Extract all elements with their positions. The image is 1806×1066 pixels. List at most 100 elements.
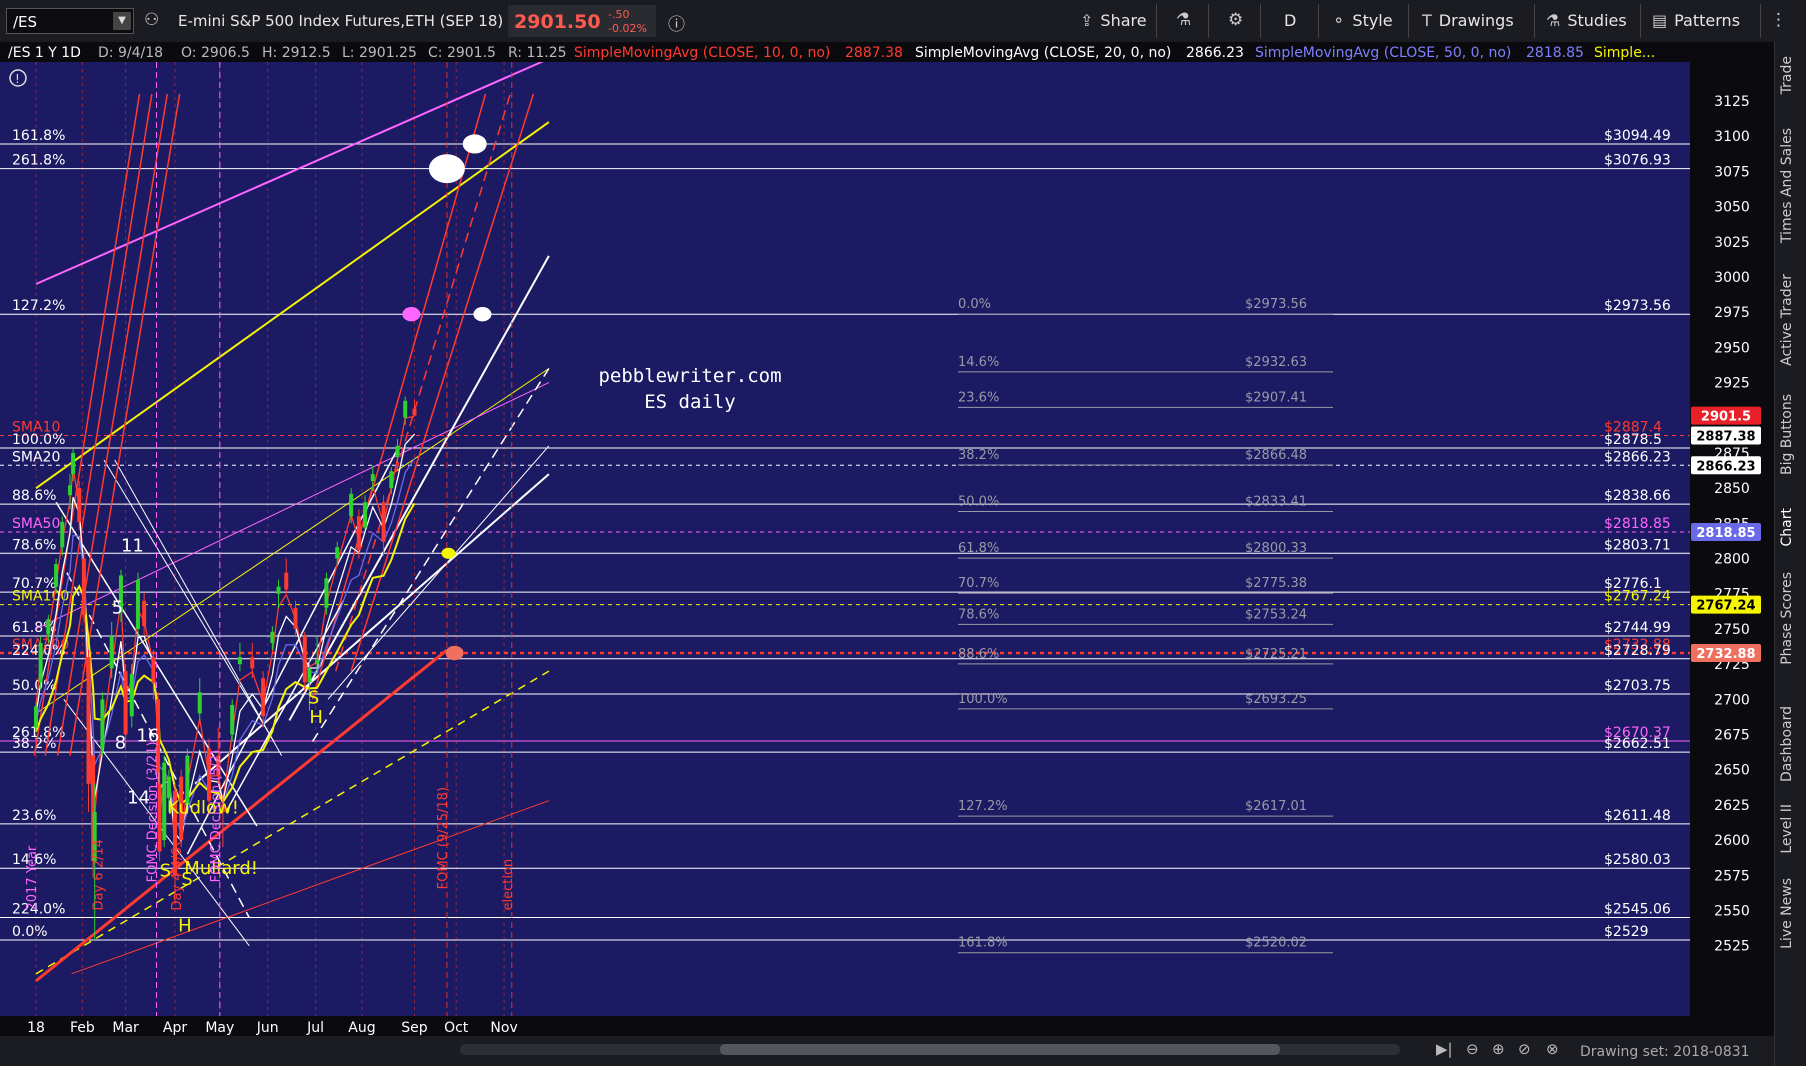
chart-annotation: FOMC Decision (5/2) [209, 750, 224, 883]
tab-big-buttons[interactable]: Big Buttons [1779, 394, 1795, 475]
inner-fib-pct: 38.2% [958, 448, 999, 463]
more-icon[interactable]: ⋮ [1770, 10, 1787, 30]
x-tick-label: Aug [348, 1020, 375, 1036]
chart-annotation: 2017 Year [25, 845, 40, 910]
symbol-dropdown-icon[interactable]: ▼ [113, 12, 131, 30]
y-tick-label: 2750 [1714, 622, 1750, 638]
studies-label: Studies [1567, 11, 1627, 30]
share-button[interactable]: ⇪ Share [1080, 11, 1147, 30]
tab-trade[interactable]: Trade [1779, 56, 1795, 94]
gear-icon[interactable]: ⚙ [1228, 10, 1243, 30]
drawing-set-label: Drawing set: 2018-0831 [1580, 1044, 1750, 1060]
candle-body [284, 572, 289, 590]
tab-level-ii[interactable]: Level II [1779, 804, 1795, 854]
candle-body [81, 558, 86, 615]
patterns-label: Patterns [1674, 11, 1741, 30]
level-label: $2973.56 [1604, 298, 1671, 314]
level-label: $2767.24 [1604, 589, 1671, 605]
level-label: $2611.48 [1604, 808, 1671, 824]
x-tick-label: May [205, 1020, 234, 1036]
y-tick-label: 2800 [1714, 552, 1750, 568]
fib-level-pct: 161.8% [12, 128, 65, 144]
info-icon[interactable]: ⓘ [668, 10, 685, 35]
target-marker [462, 134, 487, 154]
level-label: $2662.51 [1604, 736, 1671, 752]
price-badge-label: 2887.38 [1696, 430, 1755, 445]
period-button[interactable]: D [1284, 11, 1296, 30]
drawings-icon: T [1422, 11, 1432, 30]
inner-fib-pct: 70.7% [958, 576, 999, 591]
sma20-study[interactable]: SimpleMovingAvg (CLOSE, 20, 0, no) [915, 45, 1171, 61]
divider [1260, 4, 1261, 38]
level-label: $2878.5 [1604, 432, 1662, 448]
y-tick-label: 2625 [1714, 798, 1750, 814]
candle-body [230, 704, 235, 735]
zoom-out-icon[interactable]: ⊖ [1466, 1040, 1479, 1058]
zoom-in-icon[interactable]: ⊕ [1492, 1040, 1505, 1058]
share-icon: ⇪ [1080, 11, 1094, 30]
zoom-reset-icon[interactable]: ⊘ [1518, 1040, 1531, 1058]
candle-body [151, 657, 156, 683]
candle-body [302, 635, 307, 683]
fib-level-pct: 50.0% [12, 678, 56, 694]
candle-body [349, 493, 354, 517]
drawings-button[interactable]: T Drawings [1422, 11, 1514, 30]
tab-chart[interactable]: Chart [1779, 508, 1795, 546]
chart-annotation: 8 [115, 733, 126, 754]
sma50-study[interactable]: SimpleMovingAvg (CLOSE, 50, 0, no) [1255, 45, 1511, 61]
x-tick-label: Sep [401, 1020, 428, 1036]
chart-annotation: Day 4 4/6 [170, 847, 185, 910]
fib-level-pct: 23.6% [12, 808, 56, 824]
y-tick-label: 2975 [1714, 305, 1750, 321]
x-tick-label: 18 [27, 1020, 45, 1036]
inner-fib-label: $2520.02 [1245, 936, 1307, 951]
tab-active-trader[interactable]: Active Trader [1779, 274, 1795, 366]
studies-button[interactable]: ⚗ Studies [1546, 11, 1627, 30]
scrollbar-thumb[interactable] [720, 1044, 1280, 1055]
tab-live-news[interactable]: Live News [1779, 878, 1795, 949]
share-label: Share [1100, 11, 1147, 30]
bar-date: D: 9/4/18 [98, 45, 163, 61]
candle-body [129, 673, 134, 717]
candle-body [142, 600, 147, 627]
y-tick-label: 2575 [1714, 868, 1750, 884]
studies-icon: ⚗ [1546, 11, 1561, 30]
candle-body [412, 408, 417, 416]
fib-level-pct: 127.2% [12, 298, 65, 314]
symbol-input[interactable]: /ES ▼ [6, 8, 134, 34]
y-tick-label: 2950 [1714, 340, 1750, 356]
divider [1760, 4, 1761, 38]
last-price-box: 2901.50 -.50 -0.02% [508, 5, 656, 37]
price-badge-label: 2818.85 [1696, 526, 1755, 541]
tab-phase-scores[interactable]: Phase Scores [1779, 572, 1795, 665]
more-studies[interactable]: Simple... [1594, 45, 1655, 61]
right-sidebar: Trade Times And Sales Active Trader Big … [1774, 42, 1806, 1066]
symbol-description: E-mini S&P 500 Index Futures,ETH (SEP 18… [178, 12, 504, 30]
candle-body [54, 564, 59, 587]
y-tick-label: 3050 [1714, 200, 1750, 216]
price-chart[interactable]: $3094.49 161.8% $3076.93 261.8% $2973.56 127.… [0, 42, 1774, 1036]
style-button[interactable]: ⚬ Style [1332, 11, 1393, 30]
chart-annotation: 5 [112, 597, 123, 618]
tab-times-and-sales[interactable]: Times And Sales [1779, 128, 1795, 243]
chart-annotation: H [309, 707, 323, 728]
candle-body [389, 471, 394, 489]
inner-fib-pct: 50.0% [958, 495, 999, 510]
chart-annotation: S [308, 688, 319, 709]
scroll-end-icon[interactable]: ▶| [1436, 1040, 1453, 1058]
inner-fib-pct: 127.2% [958, 799, 1008, 814]
flask-icon[interactable]: ⚗ [1176, 10, 1191, 30]
zoom-fit-icon[interactable]: ⊗ [1546, 1040, 1559, 1058]
inner-fib-label: $2617.01 [1245, 799, 1307, 814]
plot-background [0, 42, 1690, 1036]
inner-fib-label: $2753.24 [1245, 607, 1307, 622]
x-tick-label: Mar [112, 1020, 139, 1036]
sma10-study[interactable]: SimpleMovingAvg (CLOSE, 10, 0, no) [574, 45, 830, 61]
chart-subtitle: ES daily [644, 391, 736, 413]
tab-dashboard[interactable]: Dashboard [1779, 706, 1795, 782]
price-change-value: -.50 [608, 8, 630, 21]
link-icon[interactable]: ⚇ [144, 10, 159, 30]
patterns-button[interactable]: ▤ Patterns [1652, 11, 1740, 30]
inner-fib-pct: 14.6% [958, 355, 999, 370]
x-tick-label: Feb [70, 1020, 95, 1036]
